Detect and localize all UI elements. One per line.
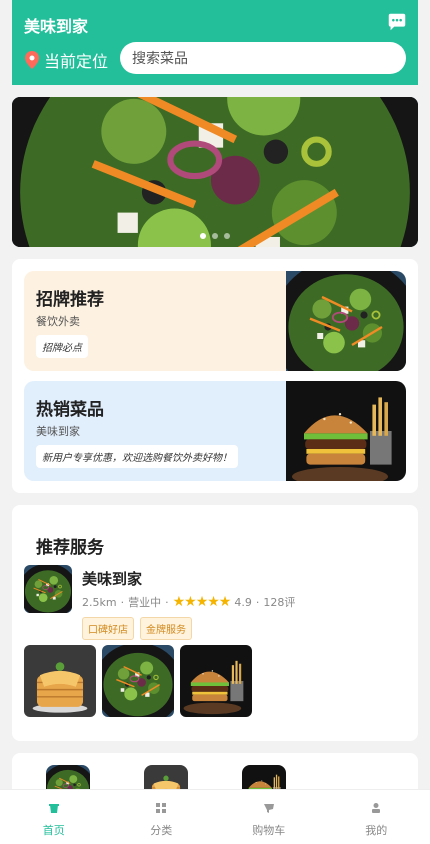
location-label: 当前定位 <box>44 52 109 71</box>
cart-icon <box>263 804 274 813</box>
shop-meta: 2.5km · 营业中 · ★★★★★ 4.9 · 128评 <box>82 594 295 610</box>
shop-name[interactable]: 美味到家 <box>82 568 142 589</box>
badge: 金牌服务 <box>140 617 192 640</box>
tab-category[interactable]: 分类 <box>108 790 216 844</box>
home-icon <box>48 804 59 813</box>
tab-label: 购物车 <box>252 824 286 837</box>
section-title: 推荐服务 <box>36 538 104 558</box>
search-input[interactable]: 搜索菜品 <box>120 42 406 74</box>
promo-tag: 招牌必点 <box>36 335 88 358</box>
promo-section: 招牌推荐 餐饮外卖 招牌必点 热销菜品 美味到家 新用户专享优惠，欢迎选购餐饮外… <box>12 259 418 493</box>
shop-status: 营业中 <box>128 596 162 609</box>
tab-home[interactable]: 首页 <box>0 790 108 844</box>
separator: · <box>255 595 260 609</box>
tab-label: 首页 <box>42 824 65 837</box>
gallery-photo-pancake[interactable] <box>24 645 96 717</box>
tab-label: 分类 <box>150 824 173 837</box>
promo-title: 招牌推荐 <box>36 290 104 310</box>
carousel-dot[interactable] <box>212 233 218 239</box>
shop-distance: 2.5km <box>82 595 117 609</box>
tab-mine[interactable]: 我的 <box>323 790 430 844</box>
location-pin-icon <box>25 51 39 69</box>
promo-card-hot[interactable]: 热销菜品 美味到家 新用户专享优惠，欢迎选购餐饮外卖好物！ <box>24 381 406 481</box>
bottom-tab-bar: 首页 分类 购物车 我的 <box>0 789 430 844</box>
gallery-photo-burger[interactable] <box>180 645 252 717</box>
shop-gallery <box>24 645 252 717</box>
app-title: 美味到家 <box>24 17 89 36</box>
promo-title: 热销菜品 <box>36 400 104 420</box>
star-rating-icon: ★★★★★ <box>172 594 232 610</box>
banner-image <box>12 97 418 247</box>
search-placeholder: 搜索菜品 <box>132 51 188 67</box>
app-header: 美味到家 当前定位 搜索菜品 <box>12 0 418 85</box>
promo-tag: 新用户专享优惠，欢迎选购餐饮外卖好物！ <box>36 445 238 468</box>
carousel-indicator <box>200 233 230 239</box>
burger-image <box>286 381 406 481</box>
tab-cart[interactable]: 购物车 <box>215 790 323 844</box>
tab-label: 我的 <box>365 824 388 837</box>
shop-reviews: 128评 <box>263 596 296 609</box>
carousel-dot[interactable] <box>224 233 230 239</box>
carousel-dot[interactable] <box>200 233 206 239</box>
shop-rating: 4.9 <box>234 595 252 609</box>
user-icon <box>372 803 381 813</box>
promo-subtitle: 餐饮外卖 <box>36 315 80 328</box>
recommended-service-section: 推荐服务 美味到家 2.5km · 营业中 · ★★★★★ 4.9 · 128评… <box>12 505 418 741</box>
gallery-photo-salad[interactable] <box>102 645 174 717</box>
badge: 口碑好店 <box>82 617 134 640</box>
banner-carousel[interactable] <box>12 97 418 247</box>
current-location[interactable]: 当前定位 <box>24 48 108 72</box>
promo-subtitle: 美味到家 <box>36 425 80 438</box>
shop-badges: 口碑好店 金牌服务 <box>82 617 192 640</box>
separator: · <box>120 595 125 609</box>
separator: · <box>165 595 169 609</box>
salad-image <box>286 271 406 371</box>
grid-icon <box>156 803 167 813</box>
shop-avatar[interactable] <box>24 565 72 613</box>
promo-card-signature[interactable]: 招牌推荐 餐饮外卖 招牌必点 <box>24 271 406 371</box>
chat-icon[interactable] <box>386 11 408 33</box>
